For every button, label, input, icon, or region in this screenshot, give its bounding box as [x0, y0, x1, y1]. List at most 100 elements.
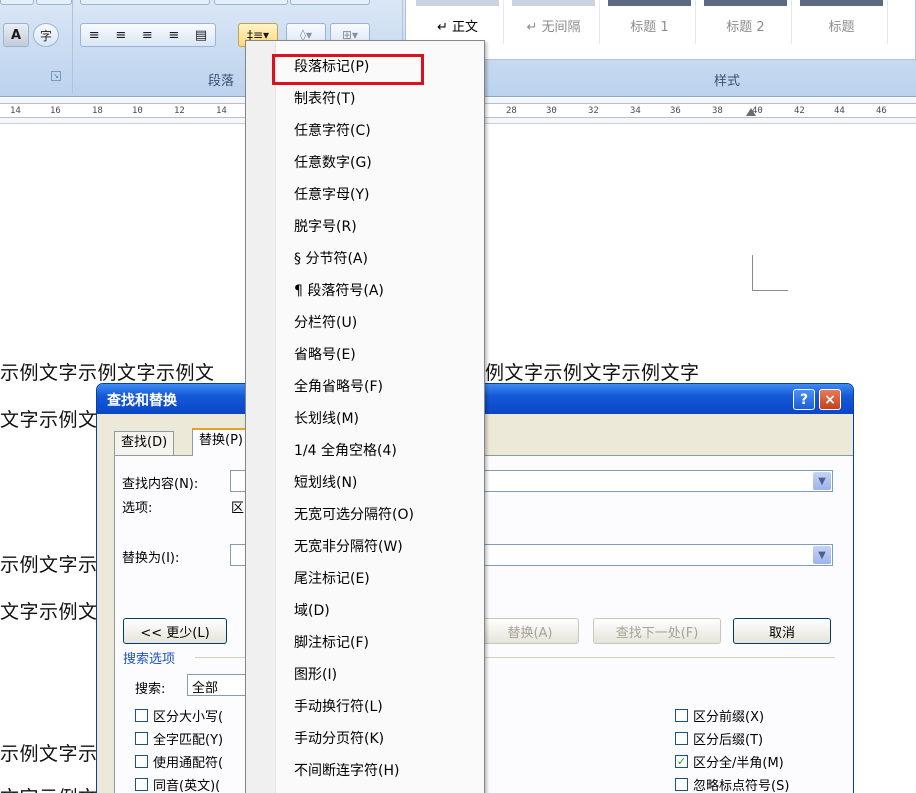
- match-prefix-checkbox[interactable]: 区分前缀(X): [675, 706, 764, 725]
- menu-item-tab-character[interactable]: 制表符(T): [294, 85, 355, 113]
- tab-replace[interactable]: 替换(P): [192, 428, 250, 456]
- menu-item-any-digit[interactable]: 任意数字(G): [294, 149, 372, 177]
- menu-item-quarter-em-space[interactable]: 1/4 全角空格(4): [294, 437, 397, 465]
- ignore-punctuation-checkbox[interactable]: 忽略标点符号(S): [675, 775, 789, 793]
- ruler-tick: 30: [546, 106, 557, 116]
- ruler-tick: 12: [174, 106, 185, 116]
- menu-item-field[interactable]: 域(D): [294, 597, 330, 625]
- enclose-characters-icon: 字: [39, 28, 52, 43]
- checkbox-box[interactable]: [135, 755, 148, 768]
- style-heading-1[interactable]: 标题 1: [604, 0, 696, 44]
- menu-item-any-character[interactable]: 任意字符(C): [294, 117, 371, 145]
- checkbox-label: 区分前缀(X): [693, 710, 765, 725]
- menu-item-manual-line-break[interactable]: 手动换行符(L): [294, 693, 383, 721]
- ruler-tick: 36: [670, 106, 681, 116]
- ruler-tick: 42: [794, 106, 805, 116]
- special-characters-menu: 段落标记(P) 制表符(T) 任意字符(C) 任意数字(G) 任意字母(Y) 脱…: [245, 40, 485, 793]
- close-icon: ×: [824, 391, 836, 408]
- menu-item-em-dash[interactable]: 长划线(M): [294, 405, 359, 433]
- whole-word-checkbox[interactable]: 全字匹配(Y): [135, 729, 223, 748]
- chevron-down-icon[interactable]: ▼: [813, 546, 831, 564]
- paragraph-group-label: 段落: [208, 74, 235, 89]
- menu-item-footnote-mark[interactable]: 脚注标记(F): [294, 629, 369, 657]
- style-label: ↵ 正文: [436, 20, 479, 35]
- font-dialog-launcher-icon[interactable]: ↘: [51, 71, 61, 81]
- match-width-checkbox[interactable]: ✓ 区分全/半角(M): [675, 752, 784, 771]
- match-case-checkbox[interactable]: 区分大小写(: [135, 706, 223, 725]
- checkbox-box[interactable]: [135, 709, 148, 722]
- ruler-tick: 10: [132, 106, 143, 116]
- menu-item-caret[interactable]: 脱字号(R): [294, 213, 357, 241]
- checkmark-icon[interactable]: ✓: [675, 755, 688, 768]
- ruler-tick: 32: [588, 106, 599, 116]
- checkbox-label: 区分大小写(: [153, 710, 224, 725]
- checkbox-box[interactable]: [675, 778, 688, 791]
- replace-with-label: 替换为(I):: [122, 551, 180, 566]
- menu-item-paragraph-symbol[interactable]: ¶ 段落符号(A): [294, 277, 384, 305]
- checkbox-box[interactable]: [675, 709, 688, 722]
- close-button[interactable]: ×: [819, 389, 841, 410]
- style-normal[interactable]: ↵ 正文: [412, 0, 504, 44]
- document-text: 例文字示例文字示例文字: [485, 362, 700, 384]
- search-direction-select[interactable]: 全部: [187, 674, 247, 696]
- checkbox-label: 区分后缀(T): [693, 733, 764, 748]
- help-button[interactable]: ?: [793, 389, 815, 410]
- ribbon-row-top: [214, 0, 288, 5]
- sounds-like-checkbox[interactable]: 同音(英文)(: [135, 775, 220, 793]
- right-indent-marker-icon[interactable]: [746, 108, 756, 116]
- page-margin-corner-mark: [752, 255, 788, 291]
- style-preview: [608, 0, 691, 6]
- character-shading-icon: A: [10, 27, 22, 43]
- menu-item-ellipsis[interactable]: 省略号(E): [294, 341, 356, 369]
- alignment-button-group: ≡ ≡ ≡ ≡ ▤: [80, 23, 216, 47]
- find-next-button[interactable]: 查找下一处(F): [593, 618, 721, 644]
- align-right-icon[interactable]: ≡: [142, 28, 153, 43]
- menu-item-no-width-non-break[interactable]: 无宽非分隔符(W): [294, 533, 403, 561]
- document-line: 文字示例文: [0, 409, 98, 431]
- menu-item-en-dash[interactable]: 短划线(N): [294, 469, 357, 497]
- checkbox-box[interactable]: [675, 732, 688, 745]
- ribbon-row-top: [36, 0, 72, 5]
- ruler-tick: 38: [712, 106, 723, 116]
- replace-all-button[interactable]: 替换(A): [481, 618, 579, 644]
- search-options-title: 搜索选项: [123, 652, 176, 667]
- chevron-down-icon[interactable]: ▼: [813, 472, 831, 490]
- less-button[interactable]: << 更少(L): [123, 618, 227, 644]
- style-preview: [704, 0, 787, 6]
- menu-item-graphic[interactable]: 图形(I): [294, 661, 337, 689]
- ruler-tick: 18: [92, 106, 103, 116]
- menu-item-full-width-ellipsis[interactable]: 全角省略号(F): [294, 373, 383, 401]
- cancel-button[interactable]: 取消: [733, 618, 831, 644]
- enclose-characters-button[interactable]: 字: [33, 23, 59, 47]
- menu-item-optional-break[interactable]: 无宽可选分隔符(O): [294, 501, 414, 529]
- document-line: 示例文字示: [0, 554, 98, 576]
- style-no-spacing[interactable]: ↵ 无间隔: [508, 0, 600, 44]
- style-title[interactable]: 标题: [796, 0, 888, 44]
- menu-item-any-letter[interactable]: 任意字母(Y): [294, 181, 369, 209]
- match-suffix-checkbox[interactable]: 区分后缀(T): [675, 729, 763, 748]
- style-preview: [800, 0, 883, 6]
- dialog-title: 查找和替换: [107, 393, 177, 409]
- wildcards-checkbox[interactable]: 使用通配符(: [135, 752, 223, 771]
- tab-find[interactable]: 查找(D): [114, 431, 175, 455]
- style-label: 标题 2: [726, 20, 765, 35]
- character-shading-button[interactable]: A: [3, 23, 29, 47]
- ribbon-row-top: [80, 0, 210, 5]
- style-label: 标题: [828, 20, 855, 35]
- checkbox-label: 同音(英文)(: [153, 779, 221, 793]
- menu-item-endnote-mark[interactable]: 尾注标记(E): [294, 565, 370, 593]
- menu-item-column-break[interactable]: 分栏符(U): [294, 309, 357, 337]
- align-center-icon[interactable]: ≡: [115, 28, 126, 43]
- distributed-icon[interactable]: ▤: [195, 28, 207, 43]
- menu-item-manual-page-break[interactable]: 手动分页符(K): [294, 725, 384, 753]
- align-left-icon[interactable]: ≡: [89, 28, 100, 43]
- search-direction-value: 全部: [192, 681, 219, 696]
- style-heading-2[interactable]: 标题 2: [700, 0, 792, 44]
- checkbox-box[interactable]: [135, 778, 148, 791]
- menu-item-section-break[interactable]: § 分节符(A): [294, 245, 368, 273]
- menu-item-nonbreaking-hyphen[interactable]: 不间断连字符(H): [294, 757, 399, 785]
- ruler-tick: 28: [506, 106, 517, 116]
- checkbox-box[interactable]: [135, 732, 148, 745]
- justify-icon[interactable]: ≡: [168, 28, 179, 43]
- style-preview: [416, 0, 499, 6]
